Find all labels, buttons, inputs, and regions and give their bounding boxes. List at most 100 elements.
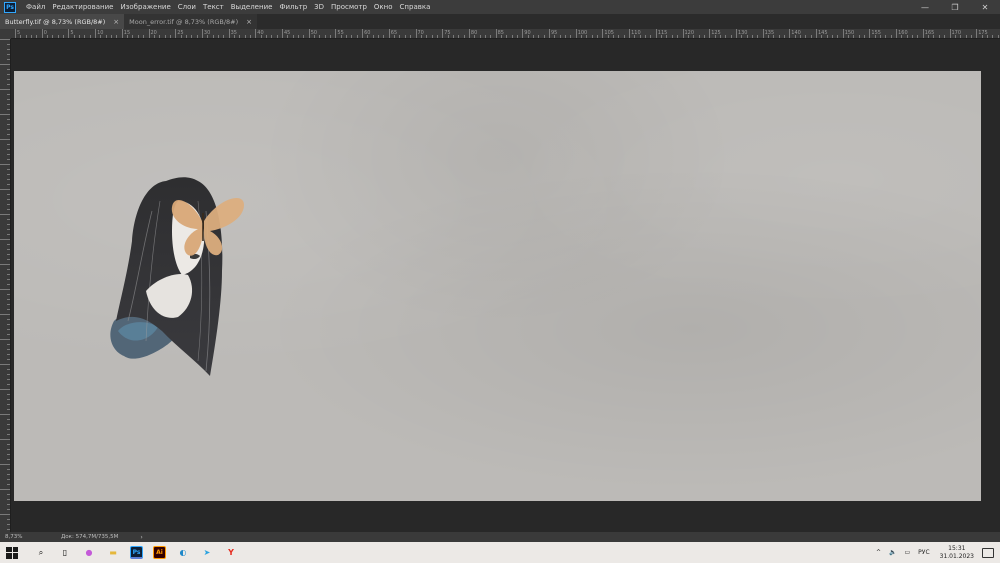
edge-icon[interactable]: ◐	[174, 544, 192, 562]
ruler-tick-minor	[880, 35, 882, 38]
ruler-tick-minor	[794, 35, 796, 38]
horizontal-ruler[interactable]: 5 0 5 10 15 20 25 30 35 40 45 50 55 60 65 70 75 80 85 90 95 1…	[11, 29, 1000, 39]
windows-taskbar: ⌕ ▯ ● ▬ Ps Ai ◐ ➤ Y ^ 🔈 ▭ РУС 15:31 31.0…	[0, 542, 1000, 563]
vertical-ruler[interactable]	[0, 39, 11, 532]
photoshop-icon[interactable]: Ps	[130, 546, 143, 559]
ruler-tick-minor	[565, 35, 567, 38]
photoshop-logo-icon[interactable]: Ps	[4, 1, 16, 13]
ruler-tick-minor	[7, 224, 10, 225]
ruler-tick-minor	[260, 35, 262, 38]
photoshop-window: Ps Файл Редактирование Изображение Слои …	[0, 0, 1000, 563]
ruler-tick-minor	[474, 35, 476, 38]
tab-label: Butterfly.tif @ 8,73% (RGB/8#)	[5, 17, 106, 26]
menu-view[interactable]: Просмотр	[331, 3, 367, 11]
ruler-tick-minor	[7, 299, 10, 300]
minimize-button[interactable]: —	[910, 0, 940, 14]
ruler-tick-minor	[484, 35, 486, 38]
tab-butterfly[interactable]: Butterfly.tif @ 8,73% (RGB/8#) ×	[0, 14, 125, 29]
ruler-tick-minor	[7, 294, 10, 295]
document-size: Док: 574,7M/735,5M	[61, 534, 119, 540]
ruler-tick-minor	[864, 35, 866, 38]
file-explorer-icon[interactable]: ▬	[104, 544, 122, 562]
telegram-icon[interactable]: ➤	[198, 544, 216, 562]
ruler-tick-major	[362, 29, 364, 38]
chevron-up-icon[interactable]: ^	[876, 549, 881, 556]
ruler-tick-minor	[7, 384, 10, 385]
ruler-tick-major	[0, 264, 10, 265]
maximize-button[interactable]: ❐	[940, 0, 970, 14]
menu-help[interactable]: Справка	[400, 3, 431, 11]
ruler-tick-minor	[7, 524, 10, 525]
ruler-tick-minor	[7, 399, 10, 400]
ruler-tick-major	[0, 389, 10, 390]
ruler-tick-minor	[7, 309, 10, 310]
ruler-tick-minor	[970, 35, 972, 38]
ruler-tick-minor	[180, 35, 182, 38]
menu-filter[interactable]: Фильтр	[279, 3, 307, 11]
ruler-tick-minor	[7, 359, 10, 360]
tab-moon-error[interactable]: Moon_error.tif @ 8,73% (RGB/8#) ×	[124, 14, 258, 29]
ruler-tick-major	[922, 29, 924, 38]
app-cloud-icon[interactable]: ●	[80, 544, 98, 562]
search-icon[interactable]: ⌕	[32, 544, 50, 562]
ruler-tick-major	[709, 29, 711, 38]
ruler-tick-minor	[7, 204, 10, 205]
network-icon[interactable]: ▭	[905, 549, 911, 556]
tab-label: Moon_error.tif @ 8,73% (RGB/8#)	[129, 17, 239, 26]
document-canvas[interactable]	[14, 71, 981, 501]
ruler-tick-minor	[986, 35, 988, 38]
ruler-tick-minor	[7, 144, 10, 145]
ruler-tick-minor	[452, 35, 454, 38]
ruler-tick-minor	[938, 35, 940, 38]
ruler-tick-minor	[127, 35, 129, 38]
ruler-tick-major	[41, 29, 43, 38]
menu-layers[interactable]: Слои	[178, 3, 196, 11]
ruler-tick-minor	[410, 35, 412, 38]
zoom-level[interactable]: 8,73%	[5, 534, 55, 540]
ruler-tick-minor	[7, 334, 10, 335]
ruler-tick-major	[0, 139, 10, 140]
ruler-tick-major	[335, 29, 337, 38]
ruler-tick-minor	[196, 35, 198, 38]
ruler-tick-minor	[7, 109, 10, 110]
status-menu-arrow-icon[interactable]: ›	[140, 534, 142, 541]
speaker-icon[interactable]: 🔈	[889, 549, 896, 556]
ruler-tick-minor	[346, 35, 348, 38]
yandex-icon[interactable]: Y	[222, 544, 240, 562]
menu-select[interactable]: Выделение	[231, 3, 273, 11]
ruler-tick-minor	[7, 474, 10, 475]
menu-type[interactable]: Текст	[203, 3, 224, 11]
illustrator-icon[interactable]: Ai	[153, 546, 166, 559]
menu-edit[interactable]: Редактирование	[52, 3, 113, 11]
ruler-tick-minor	[169, 35, 171, 38]
close-tab-icon[interactable]: ×	[113, 18, 119, 26]
ruler-tick-minor	[741, 35, 743, 38]
notification-icon[interactable]	[982, 547, 994, 558]
ruler-tick-minor	[356, 35, 358, 38]
clock[interactable]: 15:31 31.01.2023	[940, 545, 974, 561]
menu-3d[interactable]: 3D	[314, 3, 324, 11]
windows-start-icon[interactable]	[5, 546, 19, 560]
ruler-tick-minor	[7, 169, 10, 170]
ruler-tick-major	[15, 29, 16, 38]
ruler-tick-minor	[661, 35, 663, 38]
ruler-tick-minor	[570, 35, 572, 38]
ruler-tick-minor	[799, 35, 801, 38]
ruler-origin[interactable]	[0, 29, 11, 39]
ruler-tick-minor	[319, 35, 321, 38]
ruler-tick-minor	[7, 284, 10, 285]
close-button[interactable]: ✕	[970, 0, 1000, 14]
ruler-tick-major	[896, 29, 898, 38]
ruler-tick-minor	[191, 35, 193, 38]
ruler-tick-minor	[7, 354, 10, 355]
task-view-icon[interactable]: ▯	[56, 544, 74, 562]
menu-image[interactable]: Изображение	[120, 3, 170, 11]
workspace[interactable]	[11, 40, 1000, 532]
menu-file[interactable]: Файл	[26, 3, 45, 11]
ruler-tick-major	[121, 29, 123, 38]
ruler-tick-minor	[581, 35, 583, 38]
ruler-tick-minor	[36, 35, 38, 38]
close-tab-icon[interactable]: ×	[246, 18, 252, 26]
menu-window[interactable]: Окно	[374, 3, 393, 11]
language-indicator[interactable]: РУС	[918, 549, 929, 556]
